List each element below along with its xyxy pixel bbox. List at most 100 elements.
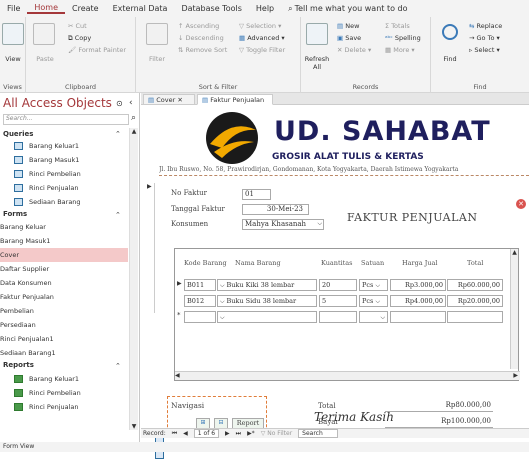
close-icon[interactable]: ✕ — [177, 96, 182, 104]
chevron-down-icon[interactable]: ⌵ — [375, 298, 380, 305]
cell-total[interactable]: Rp20.000,00 — [447, 295, 503, 307]
advanced-button[interactable]: ▦ Advanced ▾ — [239, 34, 285, 42]
view-button-label[interactable]: View — [0, 55, 26, 63]
paste-icon[interactable] — [33, 23, 55, 45]
new-row-nama[interactable]: ⌵ — [217, 311, 317, 323]
bayar-field[interactable]: Rp100.000,00 — [385, 417, 493, 428]
menu-home[interactable]: Home — [27, 3, 66, 14]
menu-external-data[interactable]: External Data — [106, 4, 175, 13]
nav-report-item[interactable]: Rinci Pembelian — [0, 386, 128, 400]
nav-form-item[interactable]: Barang Keluar — [0, 220, 164, 333]
find-button-label[interactable]: Find — [435, 55, 465, 63]
goto-button[interactable]: → Go To ▾ — [469, 34, 500, 42]
save-record-button[interactable]: ▣ Save — [337, 34, 361, 42]
cell-harga[interactable]: Rp4.000,00 — [390, 295, 446, 307]
scroll-down-icon[interactable]: ▼ — [130, 423, 138, 430]
close-form-icon[interactable]: ✕ — [516, 199, 526, 209]
menu-file[interactable]: File — [0, 4, 27, 13]
scroll-right-icon[interactable]: ▶ — [513, 372, 518, 379]
prev-record-icon[interactable]: ◀ — [183, 430, 188, 437]
last-record-icon[interactable]: ⏭ — [236, 430, 241, 438]
new-row-kuantitas[interactable] — [319, 311, 357, 323]
cut-button[interactable]: ✂ Cut — [68, 22, 87, 30]
chevron-down-icon[interactable]: ⌵ — [220, 314, 225, 321]
filter-icon[interactable] — [146, 23, 168, 45]
tanggal-faktur-field[interactable]: 30-Mei-23 — [242, 204, 309, 215]
nav-form-item[interactable]: Data Konsumen — [0, 276, 164, 389]
reports-section[interactable]: Reports — [3, 361, 34, 369]
collapse-nav-icon[interactable]: ‹ — [129, 98, 133, 108]
cell-total[interactable]: Rp60.000,00 — [447, 279, 503, 291]
record-position[interactable]: 1 of 6 — [193, 429, 220, 438]
nav-form-item-selected[interactable]: Cover — [0, 248, 164, 361]
nav-report-item[interactable]: Barang Keluar1 — [0, 372, 128, 386]
chevron-down-icon[interactable]: ⌵ — [375, 282, 380, 289]
nav-query-item[interactable]: Barang Keluar1 — [0, 139, 128, 153]
nav-scrollbar[interactable]: ▲ ▼ — [129, 128, 138, 430]
nav-form-item[interactable]: Daftar Supplier — [0, 262, 164, 375]
refresh-icon[interactable] — [306, 23, 328, 45]
refresh-all-label[interactable]: All — [301, 63, 333, 71]
chevron-down-icon[interactable]: ⌵ — [380, 314, 385, 321]
nav-query-item[interactable]: Sediaan Barang — [0, 195, 128, 209]
total-field[interactable]: Rp80.000,00 — [385, 401, 493, 412]
cell-nama[interactable]: ⌵ Buku Kiki 38 lembar — [217, 279, 317, 291]
konsumen-select[interactable]: Mahya Khasanah ⌵ — [242, 219, 324, 230]
nav-report-item[interactable]: Rinci Penjualan — [0, 400, 128, 414]
chevron-up-icon[interactable]: ⌃ — [115, 362, 121, 370]
totals-button[interactable]: Σ Totals — [385, 22, 410, 30]
menu-create[interactable]: Create — [65, 4, 106, 13]
toggle-filter-button[interactable]: ▽ Toggle Filter — [239, 46, 285, 54]
delete-record-button[interactable]: ✕ Delete ▾ — [337, 46, 371, 54]
nav-title[interactable]: All Access Objects — [3, 96, 112, 110]
record-selector[interactable]: ▶ — [147, 183, 155, 313]
nav-query-item[interactable]: Rinci Pembelian — [0, 167, 128, 181]
view-icon[interactable] — [2, 23, 24, 45]
remove-sort-button[interactable]: ⇅ Remove Sort — [178, 46, 227, 54]
menu-database-tools[interactable]: Database Tools — [174, 4, 248, 13]
new-row-selector[interactable]: * — [177, 311, 181, 319]
nav-query-item[interactable]: Rinci Penjualan — [0, 181, 128, 195]
subform-hscroll[interactable]: ◀ ▶ — [175, 371, 520, 380]
selection-button[interactable]: ▽ Selection ▾ — [239, 22, 281, 30]
refresh-button-label[interactable]: Refresh — [301, 55, 333, 63]
chevron-down-icon[interactable]: ⌵ — [317, 220, 322, 228]
scroll-left-icon[interactable]: ◀ — [175, 372, 180, 379]
cell-kode[interactable]: B012 — [184, 295, 216, 307]
nav-form-item[interactable]: Rinci Penjualan1 — [0, 332, 164, 445]
descending-button[interactable]: ↓ Descending — [178, 34, 224, 42]
nav-form-item[interactable]: Sediaan Barang1 — [0, 346, 164, 459]
nav-search-input[interactable]: Search... — [3, 114, 129, 125]
cell-nama[interactable]: ⌵ Buku Sidu 38 lembar — [217, 295, 317, 307]
cell-satuan[interactable]: Pcs ⌵ — [359, 279, 388, 291]
paste-button-label[interactable]: Paste — [28, 55, 62, 63]
cell-kuantitas[interactable]: 20 — [319, 279, 357, 291]
queries-section[interactable]: Queries — [3, 130, 33, 138]
new-row-kode[interactable] — [184, 311, 216, 323]
select-button[interactable]: ▹ Select ▾ — [469, 46, 500, 54]
tab-cover[interactable]: ▤ Cover ✕ — [143, 94, 195, 105]
scroll-up-icon[interactable]: ▲ — [130, 128, 138, 135]
no-filter-indicator[interactable]: ▽ No Filter — [261, 430, 292, 437]
tab-faktur-penjualan[interactable]: ▤ Faktur Penjualan ✕ — [197, 94, 273, 112]
cell-satuan[interactable]: Pcs ⌵ — [359, 295, 388, 307]
nav-query-item[interactable]: Barang Masuk1 — [0, 153, 128, 167]
next-record-icon[interactable]: ▶ — [225, 430, 230, 437]
find-icon[interactable] — [442, 24, 458, 40]
nav-form-item[interactable]: Persediaan — [0, 318, 164, 431]
tell-me-box[interactable]: Tell me what you want to do — [295, 4, 415, 13]
new-record-button[interactable]: ▤ New — [337, 22, 359, 30]
ascending-button[interactable]: ↑ Ascending — [178, 22, 219, 30]
filter-button-label[interactable]: Filter — [142, 55, 172, 63]
forms-section[interactable]: Forms — [3, 210, 27, 218]
record-search-input[interactable]: Search — [298, 429, 339, 438]
new-record-icon[interactable]: ▶* — [247, 430, 255, 437]
nav-form-item[interactable]: Faktur Penjualan — [0, 290, 164, 403]
nav-form-item[interactable]: Pembelian — [0, 304, 164, 417]
cell-kuantitas[interactable]: 5 — [319, 295, 357, 307]
new-row-total[interactable] — [447, 311, 503, 323]
cell-kode[interactable]: B011 — [184, 279, 216, 291]
no-faktur-field[interactable]: 01 — [242, 189, 271, 200]
row-selector[interactable]: ▶ — [177, 280, 182, 287]
subform-vscroll[interactable]: ▲ — [510, 249, 518, 369]
